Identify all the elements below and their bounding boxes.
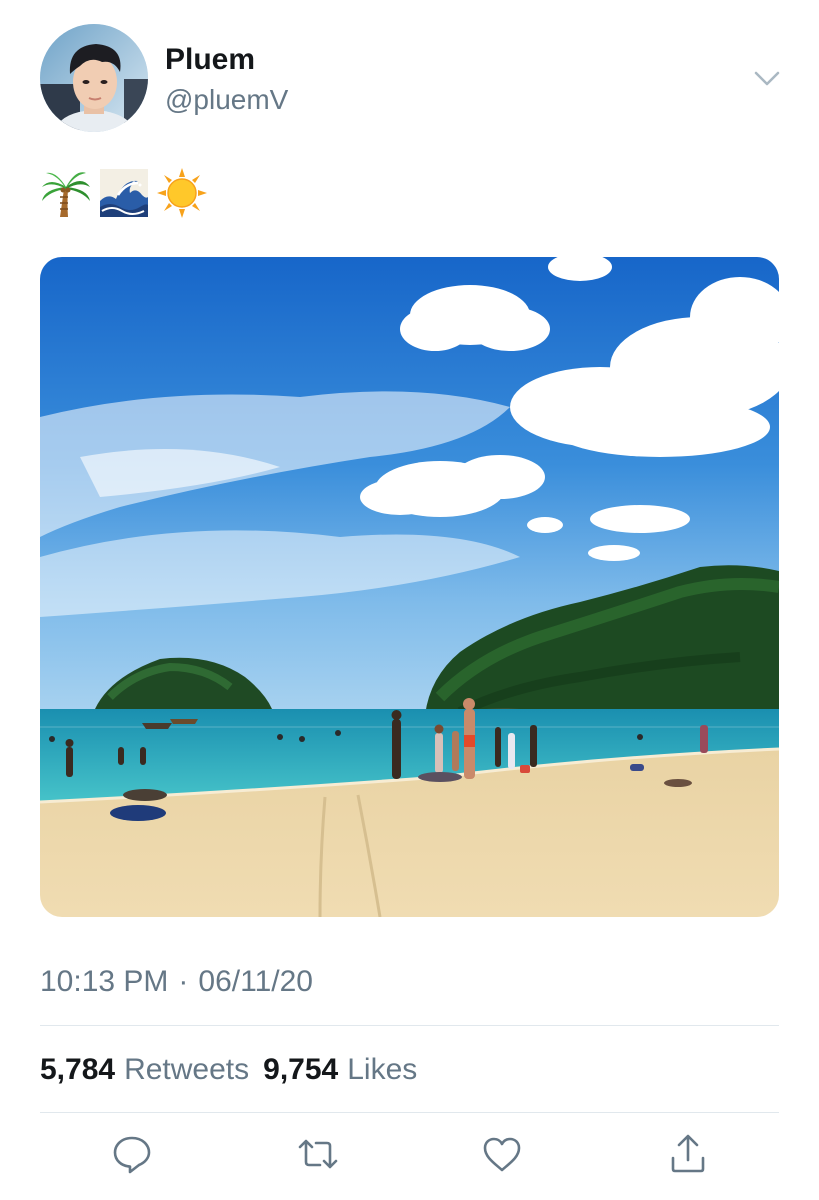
sun-emoji-icon <box>157 168 207 218</box>
reply-button[interactable] <box>110 1132 154 1176</box>
tweet-stats: 5,784 Retweets 9,754 Likes <box>40 1050 431 1090</box>
likes-count[interactable]: 9,754 <box>263 1050 338 1090</box>
divider <box>40 1112 779 1113</box>
share-button[interactable] <box>666 1132 710 1176</box>
heart-icon <box>483 1137 521 1172</box>
tweet-photo[interactable] <box>40 257 779 917</box>
speech-bubble-icon <box>113 1136 151 1174</box>
share-icon <box>671 1134 705 1173</box>
tweet-time: 10:13 PM <box>40 965 169 998</box>
like-button[interactable] <box>480 1132 524 1176</box>
palm-tree-emoji-icon <box>42 172 90 217</box>
retweet-button[interactable] <box>296 1132 340 1176</box>
divider <box>40 1025 779 1026</box>
beach-photo-icon <box>40 257 779 917</box>
tweet-detail: Pluem @pluemV 10:13 PM · 06/11/20 5,784 … <box>0 0 819 1200</box>
profile-photo-icon <box>40 24 148 132</box>
tweet-text <box>40 165 208 221</box>
chevron-down-icon[interactable] <box>752 66 782 90</box>
tweet-timestamp[interactable]: 10:13 PM · 06/11/20 <box>40 962 313 1002</box>
retweet-icon <box>298 1139 338 1169</box>
handle[interactable]: @pluemV <box>165 83 288 117</box>
likes-label[interactable]: Likes <box>347 1050 417 1090</box>
avatar[interactable] <box>40 24 148 132</box>
water-wave-emoji-icon <box>100 169 148 217</box>
retweets-count[interactable]: 5,784 <box>40 1050 115 1090</box>
tweet-date: 06/11/20 <box>198 965 313 998</box>
timestamp-separator: · <box>178 965 189 998</box>
retweets-label[interactable]: Retweets <box>124 1050 249 1090</box>
display-name[interactable]: Pluem <box>165 42 255 78</box>
